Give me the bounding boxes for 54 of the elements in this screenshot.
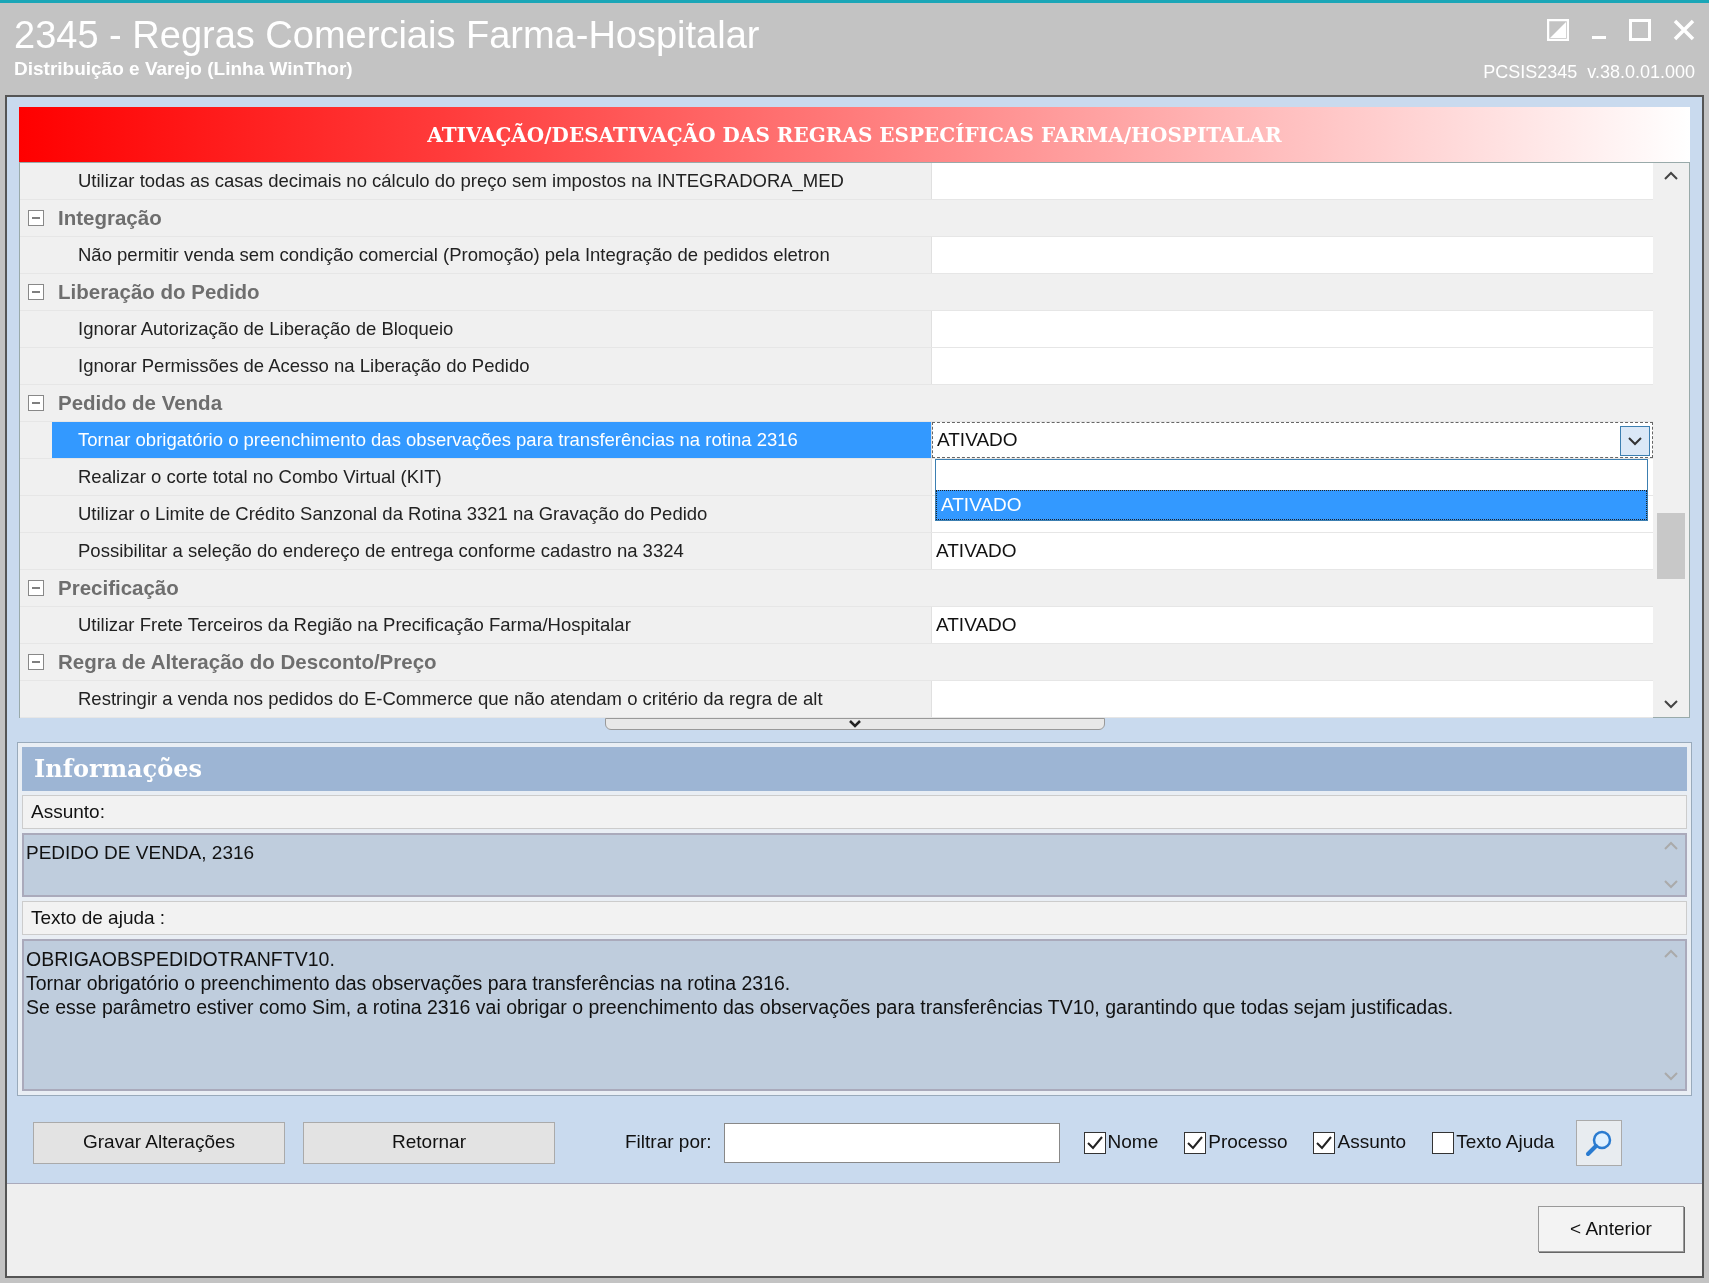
back-button[interactable]: < Anterior <box>1538 1206 1684 1252</box>
category-name: Liberação do Pedido <box>58 278 260 305</box>
checkmark-icon <box>1187 1135 1204 1150</box>
checkbox[interactable] <box>1313 1131 1336 1154</box>
chevron-down-icon[interactable] <box>847 719 862 729</box>
scroll-thumb[interactable] <box>1657 513 1685 579</box>
window-subtitle: Distribuição e Varejo (Linha WinThor) <box>14 57 354 81</box>
version-label: PCSIS2345 v.38.0.01.000 <box>1483 61 1695 84</box>
search-button[interactable] <box>1576 1119 1623 1166</box>
checkbox[interactable] <box>1432 1131 1455 1154</box>
vertical-scrollbar[interactable] <box>1653 163 1689 717</box>
value-cell[interactable] <box>932 237 1653 273</box>
category-name: Regra de Alteração do Desconto/Preço <box>58 648 437 675</box>
filter-input[interactable] <box>723 1122 1060 1163</box>
help-text-line: Se esse parâmetro estiver como Sim, a rotina 2316 vai obrigar o preenchimento das observações para transferências TV10, garantindo que todas sejam justificadas. <box>26 995 1455 1019</box>
help-text-line: OBRIGAOBSPEDIDOTRANFTV10. <box>26 947 336 971</box>
checkmark-icon <box>1086 1135 1103 1150</box>
collapse-icon[interactable] <box>28 210 44 226</box>
value-cell[interactable]: ATIVADO <box>932 607 1653 643</box>
toolbar-button[interactable]: Retornar <box>303 1121 555 1164</box>
toolbar-button[interactable]: Gravar Alterações <box>33 1121 285 1164</box>
window-title: 2345 - Regras Comerciais Farma-Hospitalar <box>14 13 760 57</box>
memo-text: PEDIDO DE VENDA, 2316 <box>25 841 256 865</box>
field-label: Assunto: <box>31 799 105 824</box>
collapse-icon[interactable] <box>28 395 44 411</box>
section-banner: ATIVAÇÃO/DESATIVAÇÃO DAS REGRAS ESPECÍFICAS FARMA/HOSPITALAR <box>19 107 1690 162</box>
collapse-icon[interactable] <box>28 284 44 300</box>
filter-checkbox[interactable]: Nome <box>1083 1128 1159 1157</box>
checkbox[interactable] <box>1083 1131 1106 1154</box>
checkmark-icon <box>1316 1135 1333 1150</box>
field-label: Texto de ajuda : <box>31 905 166 930</box>
value-cell[interactable]: ATIVADO <box>932 533 1653 569</box>
help-text-line: Tornar obrigatório o preenchimento das observações para transferências na rotina 2316. <box>26 971 792 995</box>
value-cell[interactable] <box>932 163 1653 199</box>
combo-value[interactable]: ATIVADO <box>937 425 1018 455</box>
value-cell[interactable] <box>932 348 1653 384</box>
chevron-down-icon <box>1628 436 1642 446</box>
collapse-icon[interactable] <box>28 654 44 670</box>
category-name: Integração <box>58 204 162 231</box>
value-cell[interactable] <box>932 681 1653 717</box>
collapse-icon[interactable] <box>28 580 44 596</box>
category-name: Precificação <box>58 574 179 601</box>
scroll-down-icon[interactable] <box>1664 699 1678 709</box>
checkbox[interactable] <box>1184 1131 1207 1154</box>
value-cell[interactable] <box>932 311 1653 347</box>
filter-checkbox[interactable]: Texto Ajuda <box>1432 1128 1555 1157</box>
scroll-up-icon[interactable] <box>1664 171 1678 181</box>
filter-label: Filtrar por: <box>625 1130 712 1155</box>
dropdown-button[interactable] <box>1620 426 1650 456</box>
splitter-handle[interactable] <box>604 718 1105 730</box>
category-name: Pedido de Venda <box>58 389 223 416</box>
filter-checkbox[interactable]: Processo <box>1184 1128 1288 1157</box>
panel-header: Informações <box>22 747 1687 791</box>
filter-checkbox[interactable]: Assunto <box>1313 1128 1407 1157</box>
